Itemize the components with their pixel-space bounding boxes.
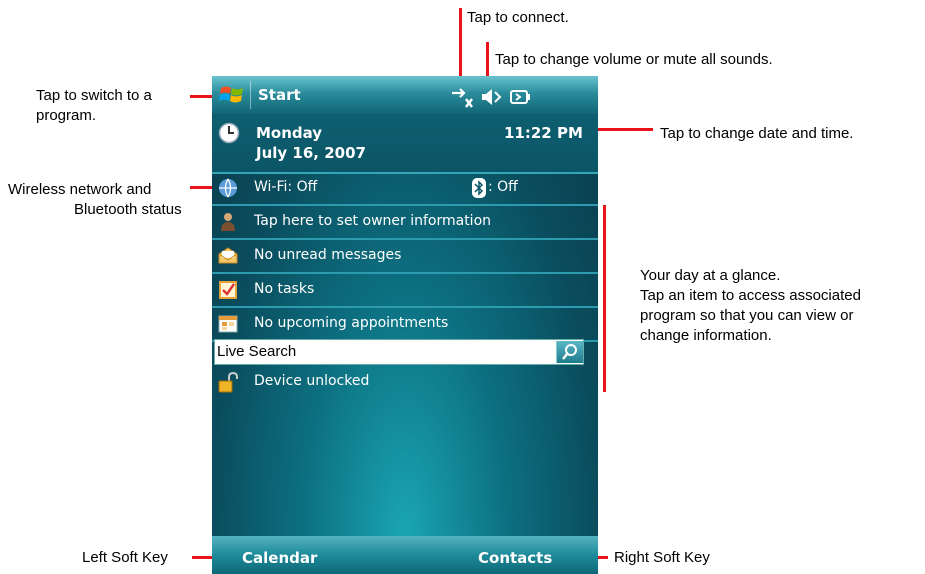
lock-status-text: Device unlocked	[254, 373, 370, 389]
annotation-wireless-1: Wireless network and	[8, 181, 152, 198]
connectivity-icon[interactable]	[450, 87, 474, 113]
volume-muted-icon[interactable]	[480, 87, 504, 111]
annotation-bracket	[603, 205, 606, 392]
annotation-switch-program: Tap to switch to a program.	[36, 87, 152, 124]
messages-text: No unread messages	[254, 247, 402, 263]
annotation-glance-2: Tap an item to access associated	[640, 287, 861, 304]
title-separator	[250, 81, 251, 109]
annotation-date-time: Tap to change date and time.	[660, 125, 854, 142]
day-label: Monday	[256, 124, 323, 142]
tasks-row[interactable]: No tasks	[212, 274, 598, 308]
envelope-icon	[218, 246, 238, 266]
wireless-status-row[interactable]: Wi-Fi: Off : Off	[212, 172, 598, 206]
search-button[interactable]	[556, 341, 583, 363]
annotation-right-soft-key: Right Soft Key	[614, 549, 710, 566]
messages-row[interactable]: No unread messages	[212, 240, 598, 274]
left-soft-key[interactable]: Calendar	[242, 549, 317, 567]
search-icon	[562, 344, 577, 360]
live-search-placeholder: Live Search	[217, 343, 297, 360]
annotation-wireless-2: Bluetooth status	[74, 201, 182, 218]
annotation-glance-3: program so that you can view or	[640, 307, 854, 324]
annotation-volume: Tap to change volume or mute all sounds.	[495, 51, 773, 68]
bluetooth-icon	[472, 178, 486, 203]
annotation-connect: Tap to connect.	[467, 9, 569, 26]
clock-icon	[218, 122, 240, 149]
tasks-text: No tasks	[254, 281, 315, 297]
title-bar: Start	[212, 76, 598, 114]
annotation-glance-4: change information.	[640, 327, 772, 344]
annotation-line	[459, 8, 462, 86]
start-button[interactable]: Start	[258, 86, 301, 104]
annotation-glance-1: Your day at a glance.	[640, 267, 781, 284]
padlock-open-icon	[218, 371, 238, 393]
appointments-row[interactable]: No upcoming appointments	[212, 308, 598, 342]
windows-start-icon[interactable]	[218, 82, 246, 108]
annotation-left-soft-key: Left Soft Key	[82, 549, 168, 566]
time-label: 11:22 PM	[504, 124, 583, 142]
date-label: July 16, 2007	[256, 144, 366, 162]
date-time-row[interactable]: Monday July 16, 2007 11:22 PM	[212, 114, 598, 174]
device-lock-row[interactable]: Device unlocked	[212, 366, 598, 398]
wifi-status: Wi-Fi: Off	[254, 179, 318, 195]
tasks-checkbox-icon	[218, 280, 238, 300]
device-screen: Start Monday July 16, 2007 11:22 PM Wi-F…	[212, 76, 598, 574]
live-search-input[interactable]: Live Search	[214, 339, 584, 365]
owner-info-text: Tap here to set owner information	[254, 213, 492, 229]
bluetooth-status: : Off	[488, 179, 518, 195]
owner-info-row[interactable]: Tap here to set owner information	[212, 206, 598, 240]
appointments-text: No upcoming appointments	[254, 315, 449, 331]
battery-power-icon[interactable]	[508, 87, 532, 111]
calendar-icon	[218, 314, 238, 334]
owner-person-icon	[218, 212, 238, 232]
right-soft-key[interactable]: Contacts	[478, 549, 552, 567]
soft-key-bar: Calendar Contacts	[212, 536, 598, 574]
wireless-globe-icon	[218, 178, 238, 198]
